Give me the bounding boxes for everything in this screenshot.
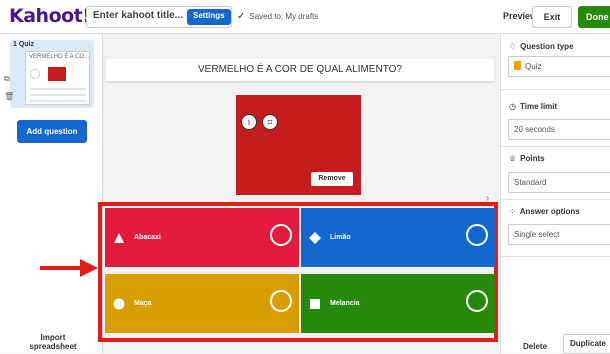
- circle-icon: [113, 298, 125, 310]
- question-text-input[interactable]: VERMELHO É A COR DE QUAL ALIMENTO?: [106, 59, 494, 81]
- divider: [501, 89, 610, 90]
- crop-icon[interactable]: ⌗: [262, 114, 278, 130]
- thumb-timer-icon: [30, 69, 40, 79]
- exit-button[interactable]: Exit: [532, 6, 572, 28]
- delete-button[interactable]: Delete: [523, 342, 547, 351]
- import-spreadsheet-button[interactable]: Import spreadsheet: [20, 333, 86, 351]
- answer-label: Abacaxi: [134, 234, 161, 241]
- correct-answer-toggle[interactable]: [466, 290, 488, 312]
- points-label: ♕ Points: [509, 154, 545, 163]
- saved-status-text: Saved to: My drafts: [249, 12, 319, 21]
- divider: [501, 199, 610, 200]
- duplicate-button[interactable]: Duplicate: [563, 334, 610, 354]
- answer-option-1[interactable]: Abacaxi: [105, 208, 299, 267]
- answer-options-label: ⁘ Answer options: [509, 207, 580, 216]
- thumb-answer-line: [30, 94, 86, 96]
- settings-panel: ♢ Question type Quiz ◷ Time limit 20 secon…: [500, 34, 610, 353]
- answer-options-select[interactable]: Single select: [508, 224, 610, 245]
- correct-answer-toggle[interactable]: [270, 290, 292, 312]
- add-question-button[interactable]: Add question: [17, 120, 87, 143]
- correct-answer-toggle[interactable]: [466, 224, 488, 246]
- points-select[interactable]: Standard: [508, 172, 610, 193]
- question-type-label: ♢ Question type: [509, 42, 574, 51]
- duplicate-slide-icon[interactable]: ⧉: [4, 74, 10, 84]
- time-limit-select[interactable]: 20 seconds: [508, 119, 610, 140]
- red-arrow-annotation: [40, 259, 98, 277]
- diamond-icon: [309, 231, 321, 244]
- answer-label: Limão: [330, 234, 351, 241]
- medal-icon: ♕: [509, 154, 517, 163]
- correct-answer-toggle[interactable]: [270, 224, 292, 246]
- done-button[interactable]: Done: [578, 6, 610, 28]
- slides-sidebar: VERMELHO É A CO... 1 Quiz ⧉ 🗑 Add questi…: [0, 34, 103, 353]
- answer-option-4[interactable]: Melancia: [301, 274, 495, 333]
- square-icon: [309, 298, 321, 310]
- slide-card: VERMELHO É A CO...: [25, 51, 90, 105]
- question-type-select[interactable]: Quiz: [508, 56, 610, 77]
- answer-label: Melancia: [330, 300, 360, 307]
- checkmark-icon: ✓: [237, 11, 246, 22]
- kahoot-logo[interactable]: Kahoot!: [9, 5, 91, 27]
- time-limit-label: ◷ Time limit: [509, 102, 558, 111]
- thumb-image: [48, 67, 66, 81]
- slide-thumb-title: VERMELHO É A CO...: [29, 54, 90, 60]
- answer-option-3[interactable]: Maça: [105, 274, 299, 333]
- slide-label: 1 Quiz: [13, 41, 35, 48]
- thumb-answer-line: [30, 100, 86, 102]
- question-type-icon: ♢: [509, 42, 517, 51]
- info-icon[interactable]: i: [241, 114, 257, 130]
- trash-icon[interactable]: 🗑: [4, 92, 14, 101]
- clock-icon: ◷: [509, 102, 516, 111]
- answer-option-2[interactable]: Limão: [301, 208, 495, 267]
- saved-status: ✓ Saved to: My drafts: [237, 11, 318, 22]
- divider: [501, 256, 610, 257]
- divider: [501, 146, 610, 147]
- answer-label: Maça: [134, 300, 152, 307]
- grid-icon: ⁘: [509, 207, 516, 216]
- slide-thumbnail[interactable]: VERMELHO É A CO...: [10, 40, 94, 108]
- top-bar: Kahoot! Enter kahoot title... Settings ✓…: [0, 0, 610, 34]
- triangle-icon: [113, 232, 125, 244]
- remove-image-button[interactable]: Remove: [311, 172, 353, 186]
- quiz-icon: [514, 61, 521, 70]
- thumb-answer-line: [30, 88, 86, 90]
- settings-button[interactable]: Settings: [187, 9, 231, 25]
